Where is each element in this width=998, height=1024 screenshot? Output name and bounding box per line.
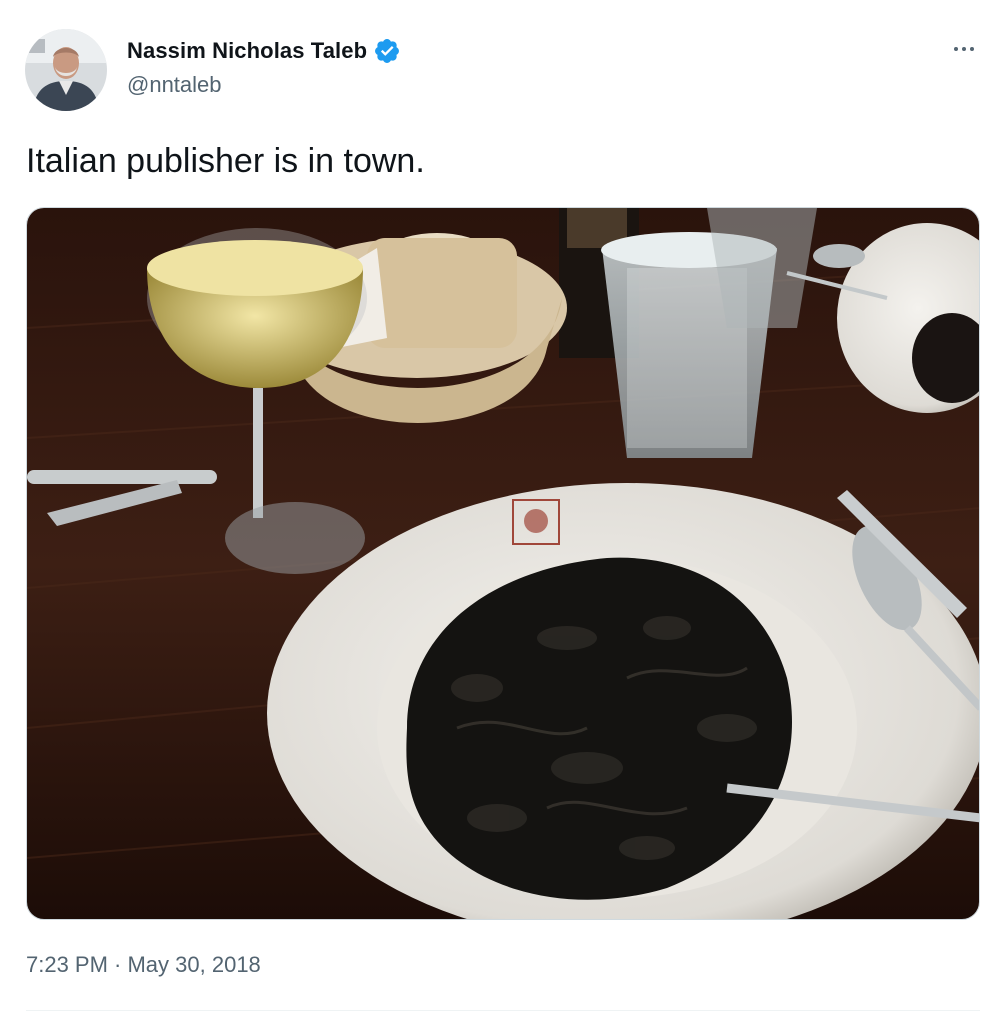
- author-name-row: Nassim Nicholas Taleb: [127, 36, 401, 66]
- author-display-name[interactable]: Nassim Nicholas Taleb: [127, 38, 367, 64]
- tweet-timestamp[interactable]: 7:23 PM · May 30, 2018: [26, 952, 261, 978]
- author-avatar[interactable]: [25, 29, 107, 111]
- tweet-photo[interactable]: [26, 207, 980, 920]
- avatar-image: [25, 29, 107, 111]
- photo-image: [27, 208, 979, 919]
- divider: [26, 1010, 980, 1011]
- tweet-card: Nassim Nicholas Taleb @nntaleb Italian p…: [0, 0, 998, 1024]
- author-handle[interactable]: @nntaleb: [127, 72, 222, 98]
- tweet-text: Italian publisher is in town.: [26, 142, 425, 180]
- more-options-icon[interactable]: [944, 34, 984, 64]
- verified-badge-icon: [375, 39, 400, 63]
